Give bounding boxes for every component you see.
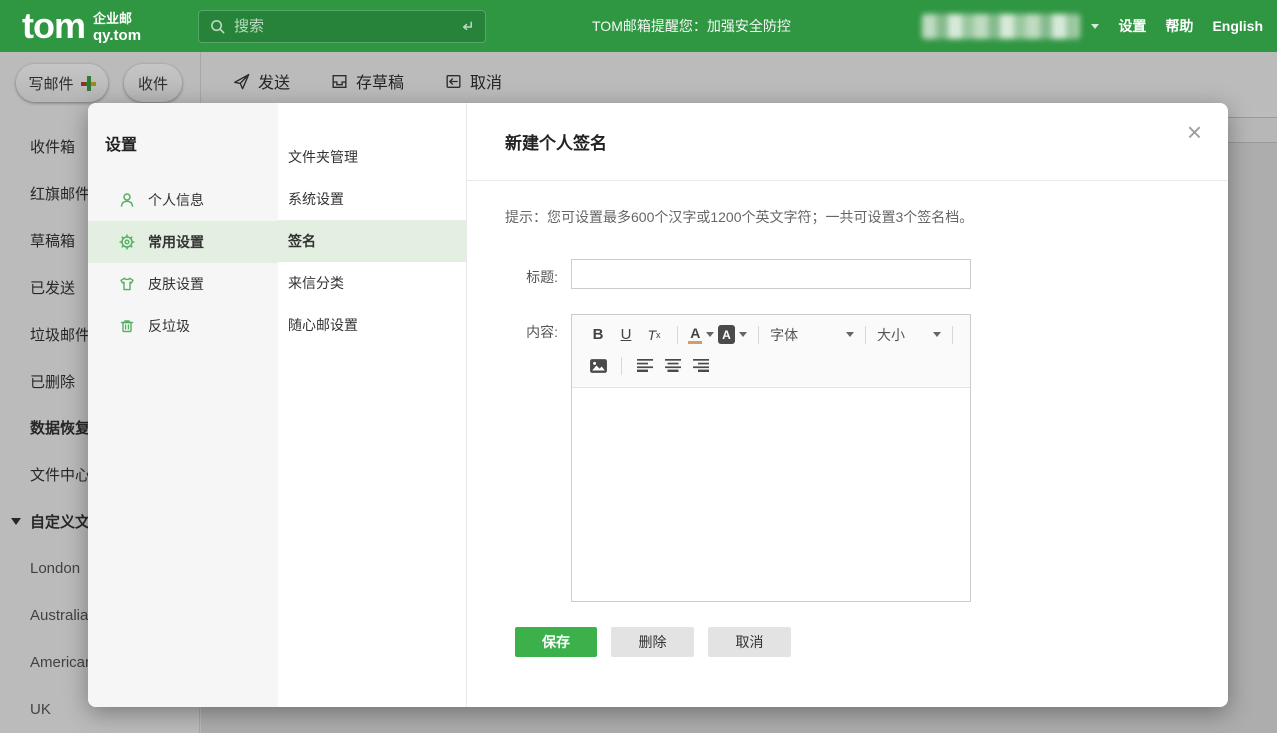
nav-anti-spam[interactable]: 反垃圾: [88, 305, 278, 347]
panel-header: 新建个人签名: [467, 103, 1228, 181]
settings-nav-panel: 设置 个人信息 常用设置 皮肤设置: [88, 103, 278, 707]
settings-subnav-panel: 文件夹管理 系统设置 签名 来信分类 随心邮设置: [278, 103, 467, 707]
search-box[interactable]: [198, 10, 486, 43]
gear-icon: [118, 233, 136, 251]
size-select[interactable]: 大小: [877, 325, 941, 345]
subnav-system-settings[interactable]: 系统设置: [278, 178, 466, 220]
nav-common-settings[interactable]: 常用设置: [88, 221, 278, 263]
nav-skin-settings[interactable]: 皮肤设置: [88, 263, 278, 305]
subnav-signature[interactable]: 签名: [278, 220, 466, 262]
help-link[interactable]: 帮助: [1165, 16, 1193, 36]
search-icon: [209, 18, 226, 35]
app: tom 企业邮 qy.tom TOM邮箱提醒您：加强安全防控 设置 帮助 Eng…: [0, 0, 1277, 733]
subnav-suixin-mail[interactable]: 随心邮设置: [278, 304, 466, 346]
bg-color-icon[interactable]: A: [718, 323, 747, 347]
align-left-icon[interactable]: [633, 354, 657, 378]
user-icon: [118, 191, 136, 209]
subnav-folder-management[interactable]: 文件夹管理: [278, 136, 466, 178]
caret-down-icon: [846, 332, 854, 337]
settings-modal: 设置 个人信息 常用设置 皮肤设置: [88, 103, 1228, 707]
close-icon[interactable]: ×: [1187, 119, 1202, 145]
rich-text-editor: B U Tx A A: [571, 314, 971, 602]
cancel-button[interactable]: 取消: [708, 627, 791, 657]
underline-icon[interactable]: U: [614, 323, 638, 347]
signature-hint: 提示：您可设置最多600个汉字或1200个英文字符；一共可设置3个签名档。: [505, 207, 1228, 227]
panel-title: 新建个人签名: [505, 129, 607, 154]
signature-form: 标题: 内容: B U Tx A: [467, 259, 1228, 602]
shirt-icon: [118, 275, 136, 293]
language-link[interactable]: English: [1212, 18, 1263, 34]
content-label: 内容:: [505, 314, 558, 602]
account-label[interactable]: [922, 14, 1080, 39]
security-notice: TOM邮箱提醒您：加强安全防控: [592, 0, 791, 52]
title-label: 标题:: [505, 259, 558, 289]
align-center-icon[interactable]: [661, 354, 685, 378]
signature-panel: 新建个人签名 × 提示：您可设置最多600个汉字或1200个英文字符；一共可设置…: [467, 103, 1228, 707]
signature-content-editor[interactable]: [572, 388, 970, 601]
logo-text: tom: [22, 4, 85, 48]
nav-personal-info[interactable]: 个人信息: [88, 179, 278, 221]
bold-icon[interactable]: B: [586, 323, 610, 347]
account-caret-icon[interactable]: [1091, 24, 1099, 29]
enter-icon: [458, 18, 475, 35]
align-right-icon[interactable]: [689, 354, 713, 378]
caret-down-icon: [739, 332, 747, 337]
search-input[interactable]: [234, 18, 458, 35]
font-color-icon[interactable]: A: [689, 323, 714, 347]
caret-down-icon: [706, 332, 714, 337]
save-button[interactable]: 保存: [515, 627, 597, 657]
delete-button[interactable]: 删除: [611, 627, 694, 657]
caret-down-icon: [933, 332, 941, 337]
trash-icon: [118, 317, 136, 335]
top-header: tom 企业邮 qy.tom TOM邮箱提醒您：加强安全防控 设置 帮助 Eng…: [0, 0, 1277, 52]
editor-toolbar: B U Tx A A: [572, 315, 970, 388]
content-row: 内容: B U Tx A: [505, 314, 1228, 602]
image-icon[interactable]: [586, 354, 610, 378]
clear-format-icon[interactable]: Tx: [642, 323, 666, 347]
subnav-mail-classification[interactable]: 来信分类: [278, 262, 466, 304]
settings-title: 设置: [105, 131, 278, 155]
action-buttons: 保存 删除 取消: [515, 627, 1228, 657]
logo-subtitle: 企业邮 qy.tom: [93, 8, 141, 44]
brand-logo[interactable]: tom 企业邮 qy.tom: [22, 4, 141, 48]
settings-link[interactable]: 设置: [1118, 16, 1146, 36]
header-right: 设置 帮助 English: [922, 0, 1263, 52]
signature-title-input[interactable]: [571, 259, 971, 289]
title-row: 标题:: [505, 259, 1228, 289]
font-select[interactable]: 字体: [770, 325, 854, 345]
